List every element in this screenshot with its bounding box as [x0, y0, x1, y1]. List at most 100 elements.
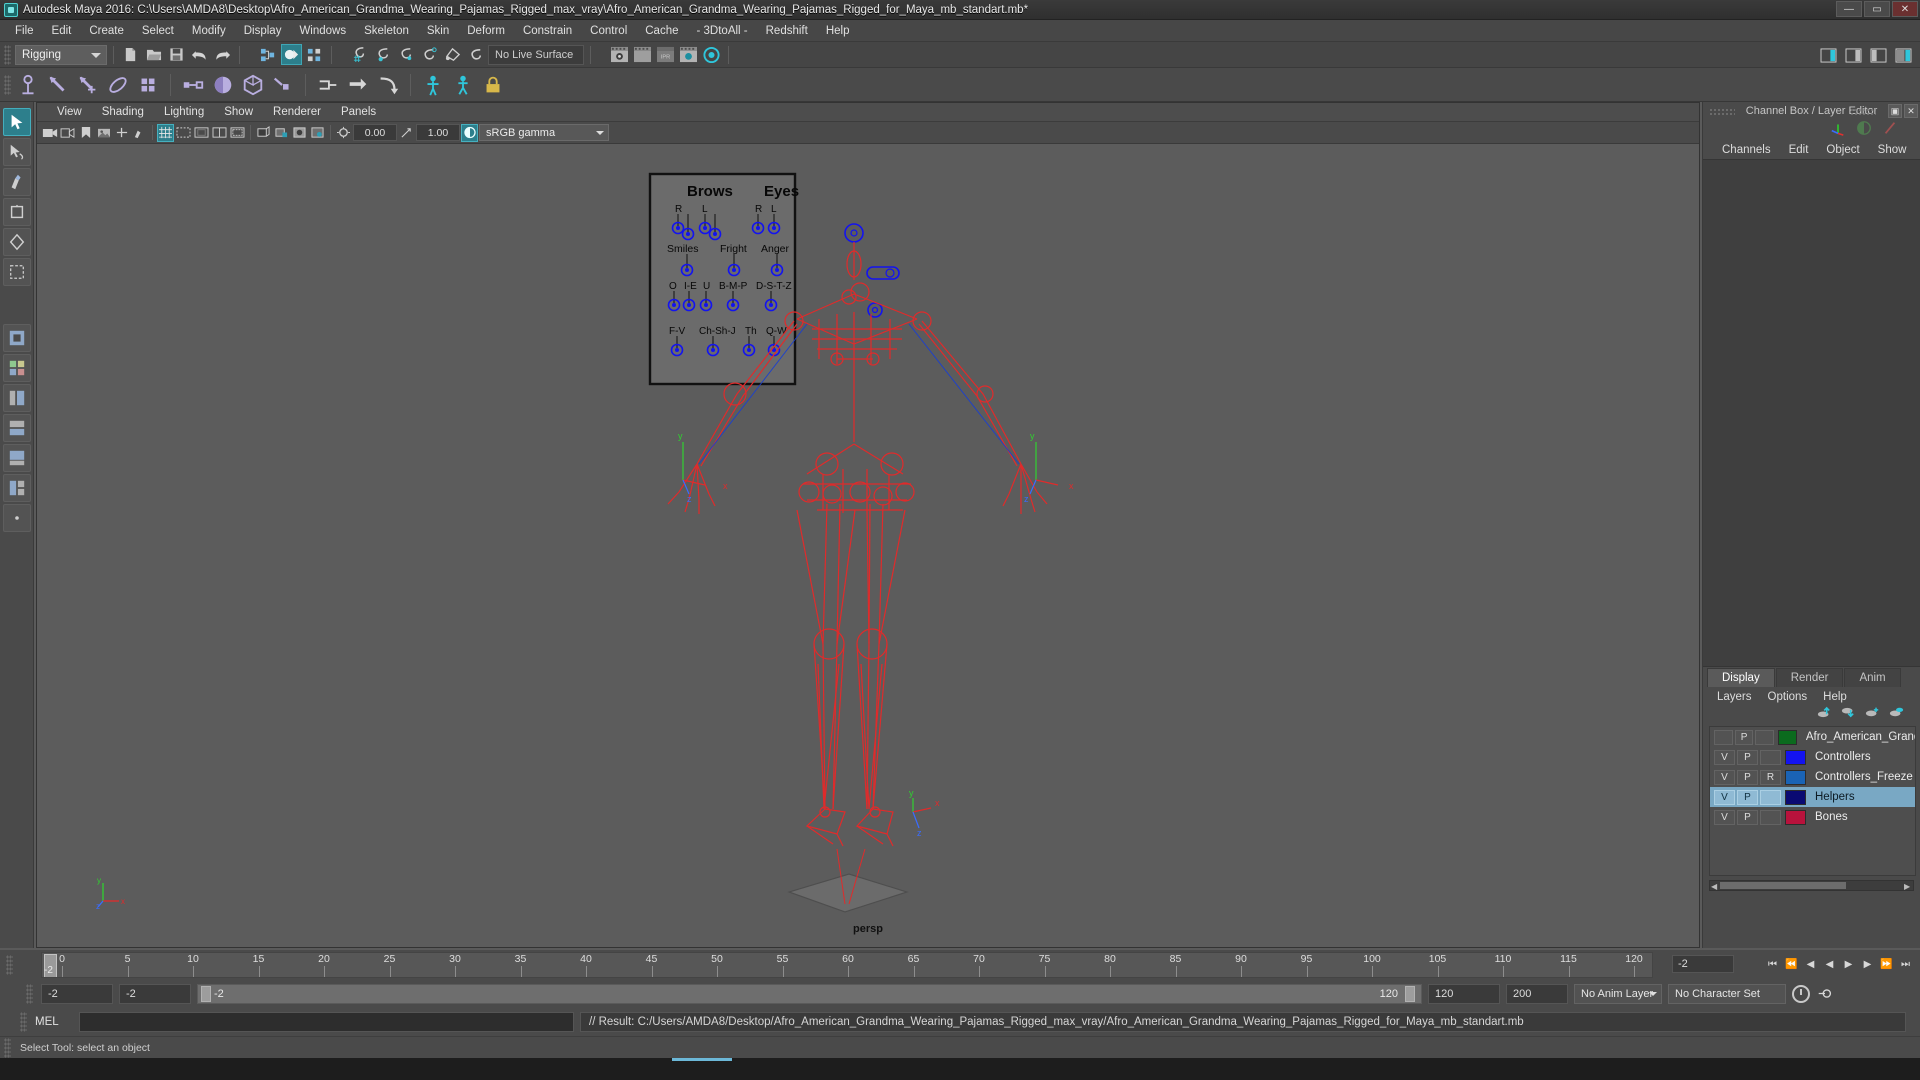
panel-undock-button[interactable]: ▣ — [1888, 104, 1902, 118]
viewport-menu-shading[interactable]: Shading — [92, 105, 154, 119]
use-all-lights-icon[interactable] — [335, 124, 352, 142]
move-layer-down-icon[interactable] — [1841, 706, 1856, 724]
shelf-grip[interactable] — [4, 74, 11, 95]
taskbar-active-window-indicator[interactable] — [672, 1058, 732, 1061]
sidebar-toggle-icon[interactable] — [1818, 45, 1839, 66]
undo-icon[interactable] — [189, 44, 210, 65]
layer-playback-toggle[interactable]: P — [1737, 769, 1758, 785]
snap-to-grid-icon[interactable] — [350, 44, 371, 65]
select-tool-button[interactable] — [2, 108, 31, 136]
go-to-start-icon[interactable]: ⏮ — [1764, 954, 1781, 974]
snap-to-point-icon[interactable] — [396, 44, 417, 65]
textured-icon[interactable] — [309, 124, 326, 142]
channel-box-menu-object[interactable]: Object — [1817, 143, 1868, 157]
layer-reference-toggle[interactable] — [1760, 809, 1781, 825]
hypershade-icon[interactable] — [701, 44, 722, 65]
viewport-menu-renderer[interactable]: Renderer — [263, 105, 331, 119]
step-back-frame-icon[interactable]: ◀ — [1802, 954, 1819, 974]
select-by-component-type-icon[interactable] — [304, 44, 325, 65]
step-back-key-icon[interactable]: ⏪ — [1783, 954, 1800, 974]
paint-select-tool-button[interactable] — [2, 168, 31, 196]
menu-item-display[interactable]: Display — [235, 23, 291, 39]
layout-hypergraph-button[interactable] — [2, 414, 31, 442]
viewport-menu-panels[interactable]: Panels — [331, 105, 386, 119]
range-end-handle[interactable] — [1405, 986, 1415, 1002]
curve-arrow-icon[interactable] — [373, 71, 403, 99]
layout-single-perspective-button[interactable] — [2, 324, 31, 352]
display-toggle-icon[interactable] — [1856, 120, 1872, 141]
make-live-icon[interactable] — [465, 44, 486, 65]
rotate-tool-button[interactable] — [2, 228, 31, 256]
manipulator-axis-icon[interactable] — [1830, 120, 1846, 141]
create-ik-handle-icon[interactable] — [43, 71, 73, 99]
menu-item-control[interactable]: Control — [581, 23, 636, 39]
tool-settings-toggle-icon[interactable] — [1868, 45, 1889, 66]
channel-box-body[interactable] — [1703, 159, 1920, 667]
time-slider[interactable]: -2 0 5 10 15 20 25 30 35 40 45 50 55 60 65 70 75 80 85 90 9… — [41, 952, 1653, 978]
move-tool-button[interactable] — [2, 198, 31, 226]
character-set-field[interactable]: No Character Set — [1668, 984, 1786, 1004]
viewport-menu-view[interactable]: View — [47, 105, 92, 119]
two-d-pan-zoom-icon[interactable] — [113, 124, 130, 142]
color-profile-dropdown[interactable]: sRGB gamma — [479, 124, 609, 141]
toolbar-grip[interactable] — [4, 44, 11, 65]
shaded-wireframe-icon[interactable] — [255, 124, 272, 142]
viewport-menu-show[interactable]: Show — [214, 105, 263, 119]
scroll-left-icon[interactable]: ◀ — [1711, 882, 1719, 891]
layer-list-horizontal-scrollbar[interactable]: ◀ ▶ — [1709, 880, 1914, 891]
lattice-deformer-icon[interactable] — [133, 71, 163, 99]
play-forwards-icon[interactable]: ▶ — [1840, 954, 1857, 974]
command-language-label[interactable]: MEL — [35, 1016, 73, 1028]
channel-box-toggle-icon[interactable] — [1893, 45, 1914, 66]
menu-item-skeleton[interactable]: Skeleton — [355, 23, 418, 39]
forward-arrow-icon[interactable] — [343, 71, 373, 99]
range-start-handle[interactable] — [201, 986, 211, 1002]
anim-layer-dropdown[interactable]: No Anim Layer — [1574, 984, 1662, 1004]
exposure-slider-icon[interactable] — [398, 124, 415, 142]
layer-color-swatch[interactable] — [1785, 809, 1806, 825]
menu-item-cache[interactable]: Cache — [636, 23, 687, 39]
layer-row[interactable]: V P R Controllers_Freeze — [1710, 767, 1915, 787]
command-line-grip[interactable] — [20, 1012, 27, 1032]
range-slider-grip[interactable] — [26, 984, 33, 1004]
move-layer-up-icon[interactable] — [1817, 706, 1832, 724]
display-film-gate-icon[interactable] — [175, 124, 192, 142]
menu-item-windows[interactable]: Windows — [290, 23, 355, 39]
layer-visibility-toggle[interactable]: V — [1714, 789, 1735, 805]
image-plane-icon[interactable] — [95, 124, 112, 142]
scroll-right-icon[interactable]: ▶ — [1904, 882, 1912, 891]
open-scene-icon[interactable] — [143, 44, 164, 65]
animation-start-time-field[interactable]: -2 — [41, 984, 113, 1004]
layout-more-button[interactable] — [2, 504, 31, 532]
scale-tool-button[interactable] — [2, 258, 31, 286]
menu-set-selector[interactable]: Rigging — [15, 44, 107, 65]
display-field-chart-icon[interactable] — [211, 124, 228, 142]
step-forward-frame-icon[interactable]: ▶ — [1859, 954, 1876, 974]
display-resolution-gate-icon[interactable] — [193, 124, 210, 142]
render-sequence-icon[interactable] — [632, 44, 653, 65]
camera-attributes-icon[interactable] — [59, 124, 76, 142]
gamma-field[interactable]: 1.00 — [416, 124, 460, 141]
layer-row[interactable]: V P Bones — [1710, 807, 1915, 827]
live-surface-field[interactable]: No Live Surface — [488, 44, 584, 65]
layer-playback-toggle[interactable]: P — [1737, 749, 1758, 765]
menu-item-skin[interactable]: Skin — [418, 23, 458, 39]
layer-playback-toggle[interactable]: P — [1737, 809, 1758, 825]
layer-reference-toggle[interactable] — [1755, 729, 1775, 745]
menu-item-create[interactable]: Create — [80, 23, 133, 39]
layer-playback-toggle[interactable]: P — [1737, 789, 1758, 805]
channel-box-menu-channels[interactable]: Channels — [1713, 143, 1780, 157]
menu-item-deform[interactable]: Deform — [458, 23, 514, 39]
channel-box-menu-show[interactable]: Show — [1869, 143, 1916, 157]
playback-end-time-field[interactable]: 120 — [1428, 984, 1500, 1004]
layer-visibility-toggle[interactable]: V — [1714, 769, 1735, 785]
panel-grip-right-icon[interactable] — [1850, 108, 1876, 115]
layer-reference-toggle[interactable]: R — [1760, 769, 1781, 785]
menu-item-help[interactable]: Help — [817, 23, 859, 39]
layer-color-swatch[interactable] — [1785, 789, 1806, 805]
menu-item-select[interactable]: Select — [133, 23, 183, 39]
layer-visibility-toggle[interactable]: V — [1714, 809, 1735, 825]
panel-grip-left-icon[interactable] — [1709, 108, 1735, 115]
render-settings-icon[interactable] — [678, 44, 699, 65]
layer-visibility-toggle[interactable] — [1714, 729, 1733, 745]
